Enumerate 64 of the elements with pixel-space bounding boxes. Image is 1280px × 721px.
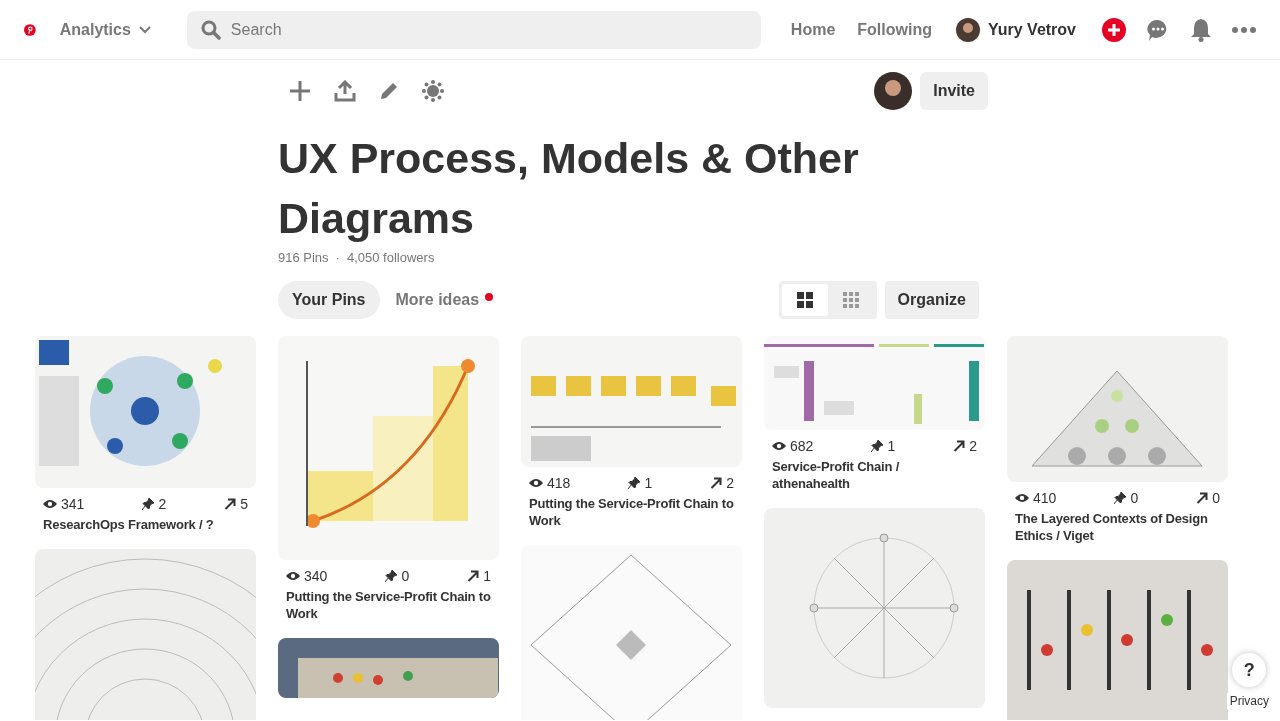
invite-button[interactable]: Invite [920, 72, 988, 110]
privacy-link[interactable]: Privacy [1226, 693, 1272, 709]
pin-icon [385, 570, 398, 582]
save-count: 2 [158, 496, 167, 512]
tab[interactable]: More ideas [381, 281, 508, 319]
small-grid-icon [842, 292, 859, 308]
pin-icon [1114, 492, 1127, 504]
eye-icon [43, 499, 57, 509]
avatar-icon[interactable] [874, 72, 913, 110]
caret-icon [138, 25, 151, 34]
repin-count: 5 [240, 496, 248, 512]
repin-count: 0 [1212, 490, 1220, 506]
board-title: UX Process, Models & Other Diagrams [278, 133, 860, 244]
upload-icon[interactable] [334, 80, 356, 102]
view-count: 410 [1033, 490, 1057, 506]
save-count: 1 [644, 475, 653, 491]
pin-icon [871, 440, 884, 452]
arrow-icon [953, 440, 966, 452]
more-icon[interactable] [1232, 26, 1256, 33]
eye-icon [1015, 493, 1029, 503]
arrow-icon [710, 477, 723, 489]
avatar-icon[interactable] [955, 17, 980, 42]
organize-button[interactable]: Organize [884, 281, 979, 319]
repin-count: 1 [483, 568, 491, 584]
nav-link[interactable]: Home [790, 20, 836, 39]
arrow-icon [224, 498, 237, 510]
pin-title[interactable]: Service-Profit Chain / athenahealth [764, 454, 985, 492]
large-grid-icon [796, 292, 813, 308]
user-name[interactable]: Yury Vetrov [987, 20, 1076, 39]
arrow-icon [467, 570, 480, 582]
plus-icon[interactable] [1102, 17, 1126, 42]
pencil-icon[interactable] [378, 80, 400, 102]
view-count: 682 [790, 438, 814, 454]
bell-icon[interactable] [1190, 17, 1212, 42]
save-count: 0 [401, 568, 410, 584]
sun-icon[interactable] [422, 80, 444, 102]
pin-title[interactable]: The Layered Contexts of Design Ethics / Viget [1007, 506, 1228, 544]
follower-count[interactable]: 4,050 followers [346, 250, 435, 265]
view-count: 418 [547, 475, 571, 491]
eye-icon [286, 571, 300, 581]
eye-icon [772, 441, 786, 451]
search-icon [200, 19, 221, 40]
pin-title[interactable]: Putting the Service-Profit Chain to Work [521, 491, 742, 529]
pin-title[interactable]: ResearchOps Framework / ? [35, 512, 256, 533]
eye-icon [529, 478, 543, 488]
search-field[interactable]: Search [186, 10, 761, 49]
analytics-menu[interactable]: Analytics [59, 20, 151, 39]
tab[interactable]: Your Pins [278, 281, 380, 319]
nav-link[interactable]: Following [857, 20, 932, 39]
separator: · [335, 250, 340, 265]
view-count: 341 [61, 496, 85, 512]
save-count: 1 [887, 438, 896, 454]
pin-icon [142, 498, 155, 510]
pin-title[interactable]: Putting the Service-Profit Chain to Work [278, 584, 499, 622]
save-count: 0 [1130, 490, 1139, 506]
view-count: 340 [304, 568, 328, 584]
view-button[interactable] [781, 284, 828, 316]
pin-icon [628, 477, 641, 489]
help-button[interactable]: ? [1232, 653, 1267, 687]
plus-icon[interactable] [288, 79, 312, 103]
arrow-icon [1196, 492, 1209, 504]
repin-count: 2 [726, 475, 734, 491]
pin-count: 916 Pins [278, 250, 329, 265]
repin-count: 2 [969, 438, 977, 454]
